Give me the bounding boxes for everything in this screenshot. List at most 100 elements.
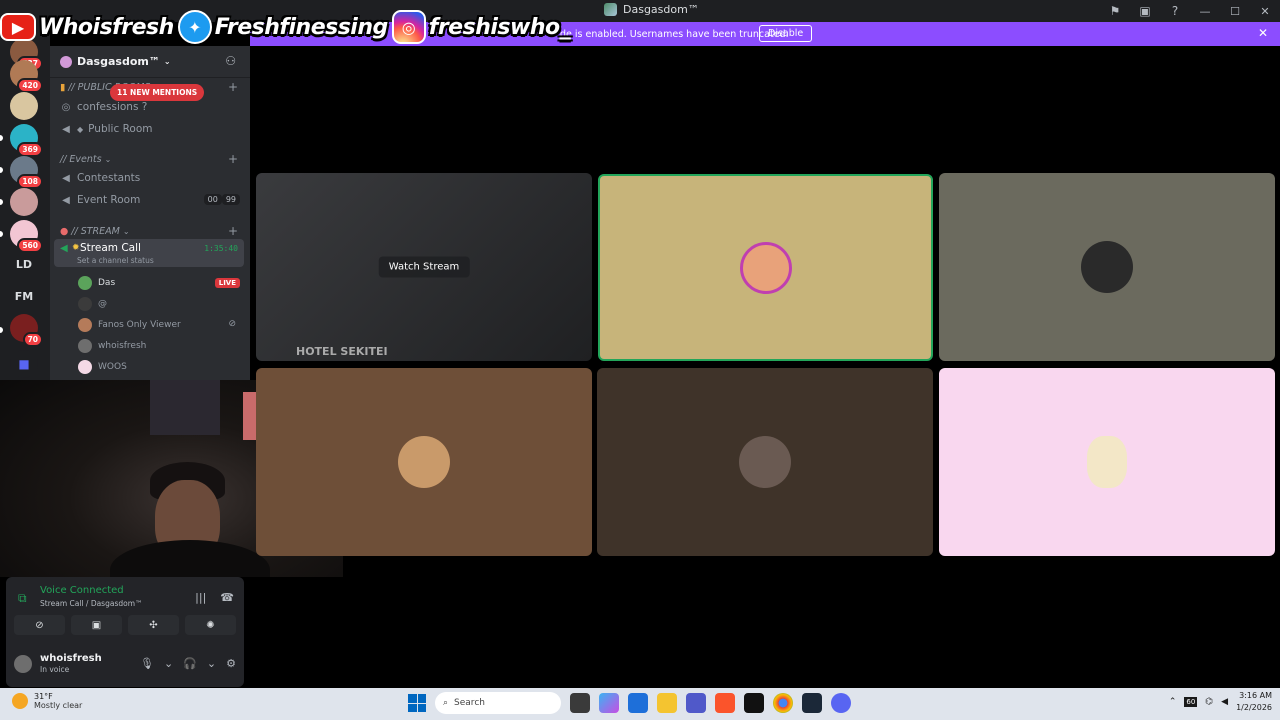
disconnect-icon[interactable]: ☎	[220, 591, 234, 604]
video-tile[interactable]	[256, 368, 592, 556]
steam-icon[interactable]	[802, 693, 822, 713]
server-icon[interactable]: 420	[10, 60, 43, 93]
close-window-button[interactable]: ✕	[1250, 0, 1280, 22]
channel-event-room[interactable]: ◀ Event Room	[60, 194, 140, 206]
unread-pill	[0, 199, 3, 205]
time: 3:16 AM	[1239, 691, 1272, 700]
channel-public-room[interactable]: ◀ ◆ Public Room	[60, 123, 152, 135]
voice-user[interactable]: @	[78, 297, 107, 311]
close-icon[interactable]: ✕	[1258, 26, 1268, 40]
windows-start-icon[interactable]	[408, 694, 426, 712]
server-icon[interactable]: 369	[10, 124, 43, 157]
titlebar-controls: ⚑ ▣ ? — ☐ ✕	[1100, 0, 1280, 22]
help-icon[interactable]: ?	[1160, 0, 1190, 22]
file-explorer-icon[interactable]	[657, 693, 677, 713]
instagram-icon: ◎	[391, 10, 426, 44]
copilot-icon[interactable]	[599, 693, 619, 713]
server-icon[interactable]	[10, 92, 38, 120]
add-channel-icon[interactable]: +	[228, 152, 238, 166]
minimize-button[interactable]: —	[1190, 0, 1220, 22]
clock[interactable]: 3:16 AM 1/2/2026	[1236, 690, 1272, 714]
channel-contestants[interactable]: ◀ Contestants	[60, 172, 140, 184]
headphones-icon[interactable]: 🎧	[183, 657, 197, 670]
youtube-handle: Whoisfresh	[39, 14, 174, 40]
video-tile[interactable]	[598, 174, 933, 361]
taskbar-search[interactable]: ⌕ Search	[435, 692, 561, 714]
voice-user[interactable]: WOOS	[78, 360, 127, 374]
channel-confessions[interactable]: ◎ confessions ?	[60, 101, 148, 113]
channel-label: Public Room	[88, 123, 153, 135]
signal-icon: ⧉	[18, 591, 27, 605]
server-icon[interactable]: 70	[10, 314, 43, 347]
weather-widget[interactable]: 31°F Mostly clear	[12, 692, 82, 710]
teams-icon[interactable]	[686, 693, 706, 713]
avatar	[1087, 436, 1127, 488]
stream-emoji-icon: ●	[60, 226, 69, 237]
channel-label: confessions ?	[77, 101, 148, 113]
server-icon[interactable]: 560	[10, 220, 43, 253]
date: 1/2/2026	[1236, 703, 1272, 712]
video-tile[interactable]	[597, 368, 933, 556]
folder-icon[interactable]: ■	[10, 350, 38, 378]
inbox-icon[interactable]: ⚑	[1100, 0, 1130, 22]
app-icon[interactable]	[744, 693, 764, 713]
soundboard-button[interactable]: ✺	[185, 615, 236, 635]
twitter-handle: Freshfinessing	[214, 14, 388, 40]
server-icon[interactable]: 108	[10, 156, 43, 189]
notice-text: de is enabled. Usernames have been trunc…	[560, 28, 789, 40]
voice-user[interactable]: whoisfresh	[78, 339, 146, 353]
avatar	[739, 436, 791, 488]
add-channel-icon[interactable]: +	[228, 80, 238, 94]
server-header[interactable]: Dasgasdom™ ⌄ ⚇	[50, 46, 250, 78]
forum-icon: ◎	[61, 101, 71, 113]
microphone-icon[interactable]: 🎙	[140, 657, 154, 670]
chevron-down-icon[interactable]: ⌄	[207, 657, 216, 670]
chevron-up-icon[interactable]: ⌃	[1169, 697, 1177, 707]
server-ld[interactable]: LD	[10, 250, 38, 278]
chrome-icon[interactable]	[773, 693, 793, 713]
server-icon[interactable]	[10, 188, 38, 216]
channel-status[interactable]: Set a channel status	[77, 256, 154, 265]
network-icon[interactable]: ⌬	[1205, 697, 1213, 707]
gear-icon[interactable]: ⚙	[226, 657, 236, 670]
speaker-icon[interactable]: ◀	[1221, 697, 1228, 707]
task-view-icon[interactable]	[570, 693, 590, 713]
tray-app-icon[interactable]: 60	[1184, 697, 1198, 707]
noise-suppression-icon[interactable]: |||	[195, 591, 206, 604]
voice-status[interactable]: Voice Connected	[40, 585, 124, 596]
avatar	[739, 241, 792, 294]
user-name[interactable]: whoisfresh	[40, 653, 102, 664]
voice-channel[interactable]: Stream Call / Dasgasdom™	[40, 599, 143, 608]
discord-icon[interactable]	[831, 693, 851, 713]
store-icon[interactable]	[628, 693, 648, 713]
category-events[interactable]: // Events ⌄	[60, 154, 111, 165]
maximize-button[interactable]: ☐	[1220, 0, 1250, 22]
video-tile[interactable]	[939, 173, 1275, 361]
taskbar-apps: ⌕ Search	[408, 692, 851, 714]
server-rail: 537 420 369 108 560 LD FM 70 ■	[0, 22, 50, 380]
category-stream[interactable]: ● // STREAM ⌄	[60, 226, 130, 237]
new-mentions-badge[interactable]: 11 NEW MENTIONS	[110, 84, 205, 101]
watch-stream-button[interactable]: Watch Stream	[378, 256, 470, 278]
window-title: Dasgasdom™	[604, 3, 699, 16]
add-channel-icon[interactable]: +	[228, 224, 238, 238]
stream-tile[interactable]: Watch Stream HOTEL SEKITEI	[256, 173, 592, 361]
monitor-icon[interactable]: ▣	[1130, 0, 1160, 22]
server-fm[interactable]: FM	[10, 282, 38, 310]
voice-user-name: WOOS	[98, 362, 127, 372]
mention-badge: 108	[17, 174, 43, 189]
channel-stream-call[interactable]: ◀ ✹ Stream Call Set a channel status 1:3…	[54, 239, 244, 267]
camera-button[interactable]: ⊘	[14, 615, 65, 635]
voice-user[interactable]: Fanos Only Viewer	[78, 318, 181, 332]
voice-user[interactable]: Das	[78, 276, 115, 290]
avatar[interactable]	[14, 655, 32, 673]
activities-icon: ✣	[149, 619, 158, 631]
search-label: Search	[454, 698, 485, 708]
screen-share-button[interactable]: ▣	[71, 615, 122, 635]
activities-button[interactable]: ✣	[128, 615, 179, 635]
video-tile[interactable]	[939, 368, 1275, 556]
brave-icon[interactable]	[715, 693, 735, 713]
chevron-down-icon[interactable]: ⌄	[164, 657, 173, 670]
invite-icon[interactable]: ⚇	[225, 54, 236, 68]
disable-button[interactable]: Disable	[759, 25, 813, 42]
